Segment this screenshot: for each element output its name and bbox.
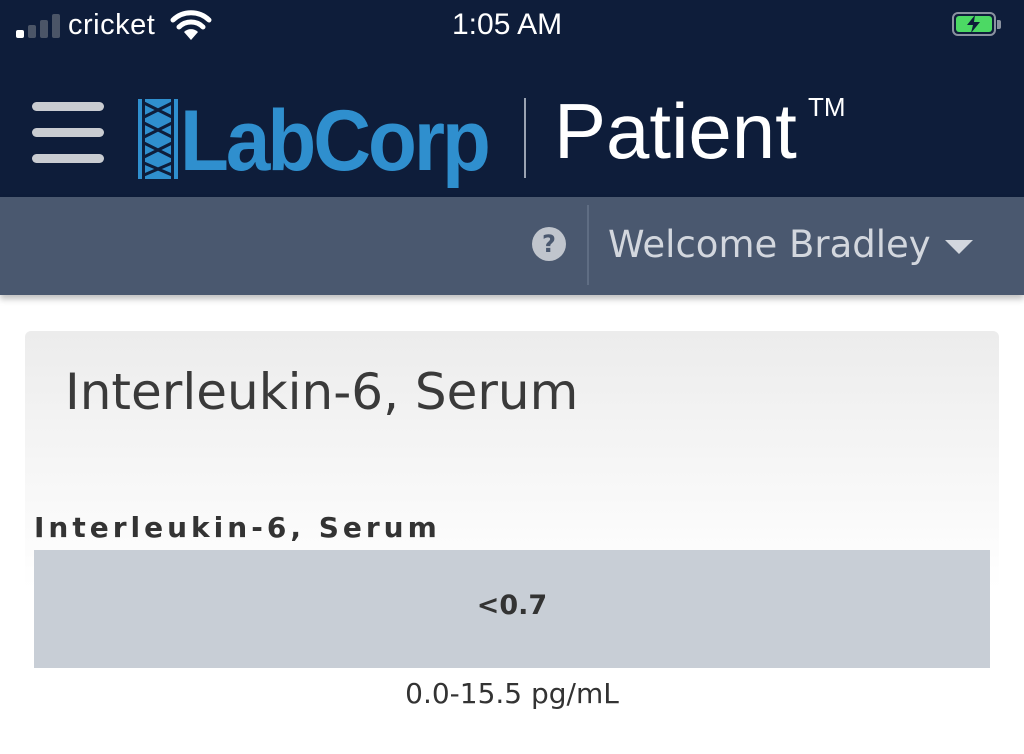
- reference-range: 0.0-15.5 pg/mL: [405, 677, 619, 710]
- welcome-bar: ? Welcome Bradley: [0, 197, 1024, 295]
- labcorp-patient-screen: cricket 1:05 AM LabCorp Patient TM ? Wel…: [0, 0, 1024, 754]
- question-circle-icon[interactable]: ?: [532, 227, 566, 261]
- labcorp-logo-text: LabCorp: [180, 92, 491, 189]
- status-bar: cricket 1:05 AM: [0, 0, 1024, 56]
- result-value: <0.7: [476, 590, 548, 621]
- trademark-symbol: TM: [808, 92, 846, 122]
- welcome-divider: [587, 205, 589, 285]
- product-name: Patient: [554, 87, 797, 175]
- labcorp-logo-mark: [138, 99, 178, 179]
- signal-strength-icon: [16, 14, 60, 38]
- test-name: Interleukin-6, Serum: [34, 511, 441, 544]
- status-time: 1:05 AM: [452, 8, 563, 41]
- welcome-user-menu[interactable]: Welcome Bradley: [608, 223, 931, 266]
- charging-bolt-icon: [967, 15, 980, 33]
- carrier-name: cricket: [68, 9, 156, 41]
- top-bar: cricket 1:05 AM LabCorp Patient TM: [0, 0, 1024, 197]
- result-value-box: <0.7: [34, 550, 990, 668]
- hamburger-icon[interactable]: [32, 102, 104, 164]
- battery-icon: [952, 12, 1004, 38]
- logo-divider: [524, 98, 526, 178]
- result-card: Interleukin-6, Serum Interleukin-6, Seru…: [25, 331, 999, 754]
- wifi-icon: [170, 10, 212, 40]
- caret-down-icon[interactable]: [945, 240, 973, 254]
- result-card-title: Interleukin-6, Serum: [65, 363, 579, 421]
- app-header: LabCorp Patient TM: [0, 56, 1024, 197]
